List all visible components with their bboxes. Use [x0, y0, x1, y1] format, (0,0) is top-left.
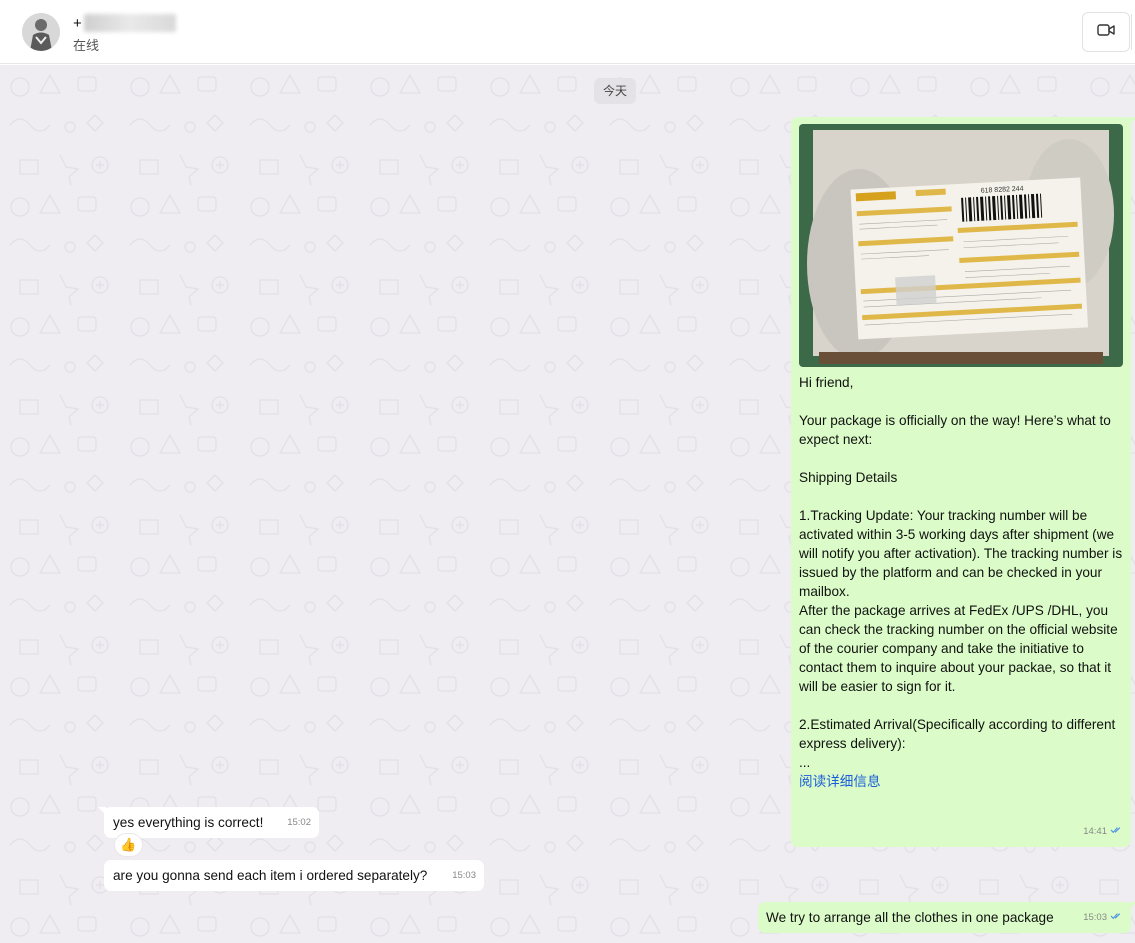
bubble-tail [1129, 117, 1135, 125]
message-meta: 15:02 [287, 813, 311, 832]
read-more-link[interactable]: 阅读详细信息 [799, 772, 1124, 791]
reaction-badge[interactable]: 👍 [114, 833, 143, 857]
video-call-button[interactable] [1082, 12, 1130, 52]
message-text: yes everything is correct! [113, 815, 264, 830]
date-divider: 今天 [594, 78, 637, 104]
message-photo[interactable]: 618 8282 244 [799, 124, 1123, 367]
double-check-icon [1110, 822, 1123, 841]
message-time: 15:02 [287, 817, 311, 828]
message-meta: 15:03 [1083, 908, 1123, 927]
double-check-icon [1110, 908, 1123, 927]
header-divider [1131, 14, 1132, 50]
contact-name[interactable]: + [73, 15, 82, 32]
message-time: 14:41 [1083, 826, 1107, 837]
message-text: Hi friend, Your package is officially on… [799, 375, 1123, 770]
video-camera-icon [1097, 23, 1115, 42]
message-meta: 15:03 [452, 866, 476, 885]
contact-name-redacted [84, 14, 176, 32]
message-text: are you gonna send each item i ordered s… [113, 868, 428, 883]
message-text: We try to arrange all the clothes in one… [766, 910, 1054, 925]
incoming-message[interactable]: are you gonna send each item i ordered s… [104, 860, 484, 891]
thumbs-up-icon: 👍 [120, 837, 137, 852]
message-list[interactable]: 今天 618 8282 244 Hi friend, Your package … [0, 65, 1135, 943]
bubble-tail [98, 807, 106, 815]
chat-header: + 在线 [0, 0, 1135, 64]
message-time: 15:03 [1083, 912, 1107, 923]
outgoing-message[interactable]: 618 8282 244 Hi friend, Your package is … [791, 117, 1135, 847]
contact-avatar[interactable] [22, 13, 60, 51]
message-time: 15:03 [452, 870, 476, 881]
outgoing-message[interactable]: We try to arrange all the clothes in one… [758, 902, 1135, 933]
bubble-tail [1129, 902, 1135, 910]
contact-status: 在线 [73, 38, 100, 53]
message-meta: 14:41 [1083, 822, 1123, 841]
